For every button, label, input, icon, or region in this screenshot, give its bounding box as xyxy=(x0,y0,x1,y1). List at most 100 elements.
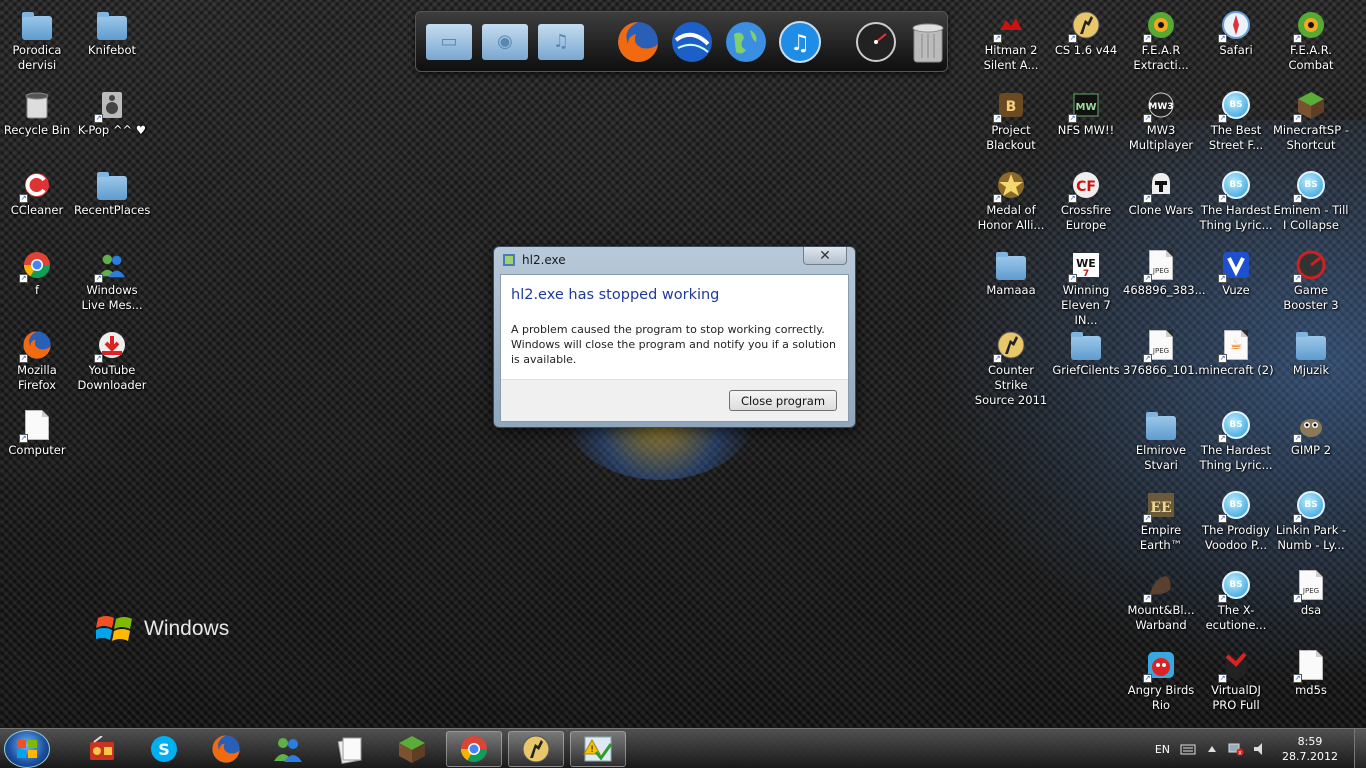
svg-text:x: x xyxy=(1238,750,1242,757)
desktop-icon-468896-383[interactable]: JPEG ↗ 468896_383... xyxy=(1123,249,1206,298)
volume-icon[interactable] xyxy=(1252,742,1268,756)
bs-icon: BS ↗ xyxy=(1218,409,1252,443)
desktop-icon-safari[interactable]: ↗ Safari xyxy=(1198,9,1274,58)
taskbar-app-firefox[interactable] xyxy=(198,731,254,767)
desktop-icon-computer[interactable]: ↗ Computer xyxy=(0,409,75,458)
desktop-icon-mw3-multiplayer[interactable]: MW3 ↗ MW3 Multiplayer xyxy=(1123,89,1199,153)
taskbar-app-minecraft[interactable] xyxy=(384,731,440,767)
taskbar-app-chrome[interactable] xyxy=(446,731,502,767)
desktop-icon-label: Clone Wars xyxy=(1128,203,1194,217)
desktop-icon-mjuzik[interactable]: Mjuzik xyxy=(1273,329,1349,378)
desktop-icon-elmirove-stvari[interactable]: Elmirove Stvari xyxy=(1123,409,1199,473)
language-indicator[interactable]: EN xyxy=(1155,743,1170,756)
desktop-icon-mount-bl-warband[interactable]: ↗ Mount&Bl... Warband xyxy=(1123,569,1199,633)
taskbar-app-documents[interactable] xyxy=(322,731,378,767)
desktop-icon-the-hardest-thing-lyric[interactable]: BS ↗ The Hardest Thing Lyric... xyxy=(1198,169,1274,233)
desktop-icon-windows-live-mes[interactable]: ↗ Windows Live Mes... xyxy=(74,249,150,313)
taskbar-app-messenger[interactable] xyxy=(260,731,316,767)
dashboard-icon[interactable] xyxy=(854,19,898,65)
desktop-icon-virtualdj-pro-full[interactable]: ↗ VirtualDJ PRO Full xyxy=(1198,649,1274,713)
desktop-icon-the-best-street-f[interactable]: BS ↗ The Best Street F... xyxy=(1198,89,1274,153)
desktop-icon-medal-of-honor-alli[interactable]: ↗ Medal of Honor Alli... xyxy=(973,169,1049,233)
desktop-icon-minecraftsp-shortcut[interactable]: ↗ MinecraftSP - Shortcut xyxy=(1273,89,1349,153)
desktop-icon-nfs-mw[interactable]: MW ↗ NFS MW!! xyxy=(1048,89,1124,138)
desktop-icon-label: Vuze xyxy=(1222,283,1250,297)
bs-icon: BS ↗ xyxy=(1293,169,1327,203)
desktop-icon-label: f xyxy=(34,283,40,297)
desktop-icon-f[interactable]: ↗ f xyxy=(0,249,75,298)
fear-icon: ↗ xyxy=(1143,9,1177,43)
google-earth-icon[interactable] xyxy=(670,19,714,65)
chrome-icon: ↗ xyxy=(19,249,53,283)
desktop-icon-game-booster-3[interactable]: ↗ Game Booster 3 xyxy=(1273,249,1349,313)
desktop-icon-f-e-a-r-extracti[interactable]: ↗ F.E.A.R Extracti... xyxy=(1123,9,1199,73)
desktop-icon-knifebot[interactable]: Knifebot xyxy=(74,9,150,58)
desktop-icon-label: Eminem - Till I Collapse xyxy=(1273,203,1349,232)
minecraft-icon: ↗ xyxy=(1293,89,1327,123)
desktop-icon-label: 376866_101... xyxy=(1123,363,1206,377)
show-desktop-button[interactable] xyxy=(1354,729,1366,768)
desktop-icon-mozilla-firefox[interactable]: ↗ Mozilla Firefox xyxy=(0,329,75,393)
desktop-icon-dsa[interactable]: JPEG ↗ dsa xyxy=(1273,569,1349,618)
desktop-icon-minecraft-2[interactable]: ☕ ↗ minecraft (2) xyxy=(1198,329,1274,378)
close-program-button[interactable]: Close program xyxy=(729,390,837,411)
taskbar-app-radio[interactable] xyxy=(74,731,130,767)
desktop-icon-376866-101[interactable]: JPEG ↗ 376866_101... xyxy=(1123,329,1206,378)
desktop-icon-angry-birds-rio[interactable]: ↗ Angry Birds Rio xyxy=(1123,649,1199,713)
desktop-icon-hitman-2-silent-a[interactable]: ↗ Hitman 2 Silent A... xyxy=(973,9,1049,73)
desktop-icon-the-prodigy-voodoo-p[interactable]: BS ↗ The Prodigy Voodoo P... xyxy=(1198,489,1274,553)
itunes-icon[interactable]: ♫ xyxy=(778,19,822,65)
show-hidden-icons-icon[interactable] xyxy=(1204,742,1220,756)
dialog-close-button[interactable]: ✕ xyxy=(803,247,847,265)
desktop-icon-ccleaner[interactable]: ↗ CCleaner xyxy=(0,169,75,218)
music-folder-icon[interactable]: ♫ xyxy=(538,19,584,65)
desktop-icon-label: Safari xyxy=(1219,43,1253,57)
desktop-icon-project-blackout[interactable]: B ↗ Project Blackout xyxy=(973,89,1049,153)
firefox-icon[interactable] xyxy=(616,19,660,65)
taskbar-app-skype[interactable]: S xyxy=(136,731,192,767)
desktop-icon-youtube-downloader[interactable]: ↗ YouTube Downloader xyxy=(74,329,150,393)
desktop-icon-linkin-park-numb-ly[interactable]: BS ↗ Linkin Park - Numb - Ly... xyxy=(1273,489,1349,553)
globe-icon[interactable] xyxy=(724,19,768,65)
desktop-icon-recentplaces[interactable]: RecentPlaces xyxy=(74,169,150,218)
jpeg-icon: JPEG ↗ xyxy=(1143,249,1177,283)
desktop-icon-porodica-dervisi[interactable]: Porodica dervisi xyxy=(0,9,75,73)
taskbar-app-problem-reporting[interactable]: ! xyxy=(570,731,626,767)
desktop-icon-the-hardest-thing-lyric[interactable]: BS ↗ The Hardest Thing Lyric... xyxy=(1198,409,1274,473)
desktop-icon-cs-1-6-v44[interactable]: ↗ CS 1.6 v44 xyxy=(1048,9,1124,58)
dialog-title: hl2.exe xyxy=(522,253,566,267)
desktop-icon-counter-strike-source-2011[interactable]: ↗ Counter Strike Source 2011 xyxy=(973,329,1049,408)
desktop-icon-recycle-bin[interactable]: Recycle Bin xyxy=(0,89,75,138)
desktop-icon-eminem-till-i-collapse[interactable]: BS ↗ Eminem - Till I Collapse xyxy=(1273,169,1349,233)
bs-icon: BS ↗ xyxy=(1218,89,1252,123)
desktop-icon-gimp-2[interactable]: ↗ GIMP 2 xyxy=(1273,409,1349,458)
desktop-icon-winning-eleven-7-in[interactable]: WE 7 ↗ Winning Eleven 7 IN... xyxy=(1048,249,1124,328)
desktop-icon-f-e-a-r-combat[interactable]: ↗ F.E.A.R. Combat xyxy=(1273,9,1349,73)
firefox-icon: ↗ xyxy=(19,329,53,363)
desktop-icon-md5s[interactable]: ↗ md5s xyxy=(1273,649,1349,698)
clock[interactable]: 8:59 28.7.2012 xyxy=(1276,734,1344,764)
trash-icon[interactable] xyxy=(908,19,948,65)
dialog-titlebar[interactable]: hl2.exe ✕ xyxy=(494,247,855,273)
safari-icon: ↗ xyxy=(1218,9,1252,43)
desktop-icon-the-x-ecutione[interactable]: BS ↗ The X-ecutione... xyxy=(1198,569,1274,633)
desktop-icon-k-pop[interactable]: ↗ K-Pop ^^ ♥ xyxy=(74,89,150,138)
desktop-icon-label: Linkin Park - Numb - Ly... xyxy=(1275,523,1347,552)
desktop-icon-label: Mozilla Firefox xyxy=(17,363,57,392)
desktop-icon-griefcilents[interactable]: GriefCilents xyxy=(1048,329,1124,378)
game-icon: B ↗ xyxy=(993,89,1027,123)
wallpaper-windows-text: Windows xyxy=(144,617,230,640)
warning-check-icon: ! xyxy=(583,736,613,762)
desktop-icon-mamaaa[interactable]: Mamaaa xyxy=(973,249,1049,298)
start-button[interactable] xyxy=(4,730,50,768)
documents-folder-icon[interactable]: ▭ xyxy=(426,19,472,65)
desktop-icon-empire-earth[interactable]: EE ↗ Empire Earth™ xyxy=(1123,489,1199,553)
network-disconnected-icon[interactable]: x xyxy=(1228,742,1244,756)
keyboard-icon[interactable] xyxy=(1180,742,1196,756)
taskbar-app-counter-strike[interactable] xyxy=(508,731,564,767)
desktop-icon-clone-wars[interactable]: ↗ Clone Wars xyxy=(1123,169,1199,218)
pictures-folder-icon[interactable]: ◉ xyxy=(482,19,528,65)
hitman-icon: ↗ xyxy=(993,9,1027,43)
desktop-icon-vuze[interactable]: ↗ Vuze xyxy=(1198,249,1274,298)
desktop-icon-crossfire-europe[interactable]: CF ↗ Crossfire Europe xyxy=(1048,169,1124,233)
